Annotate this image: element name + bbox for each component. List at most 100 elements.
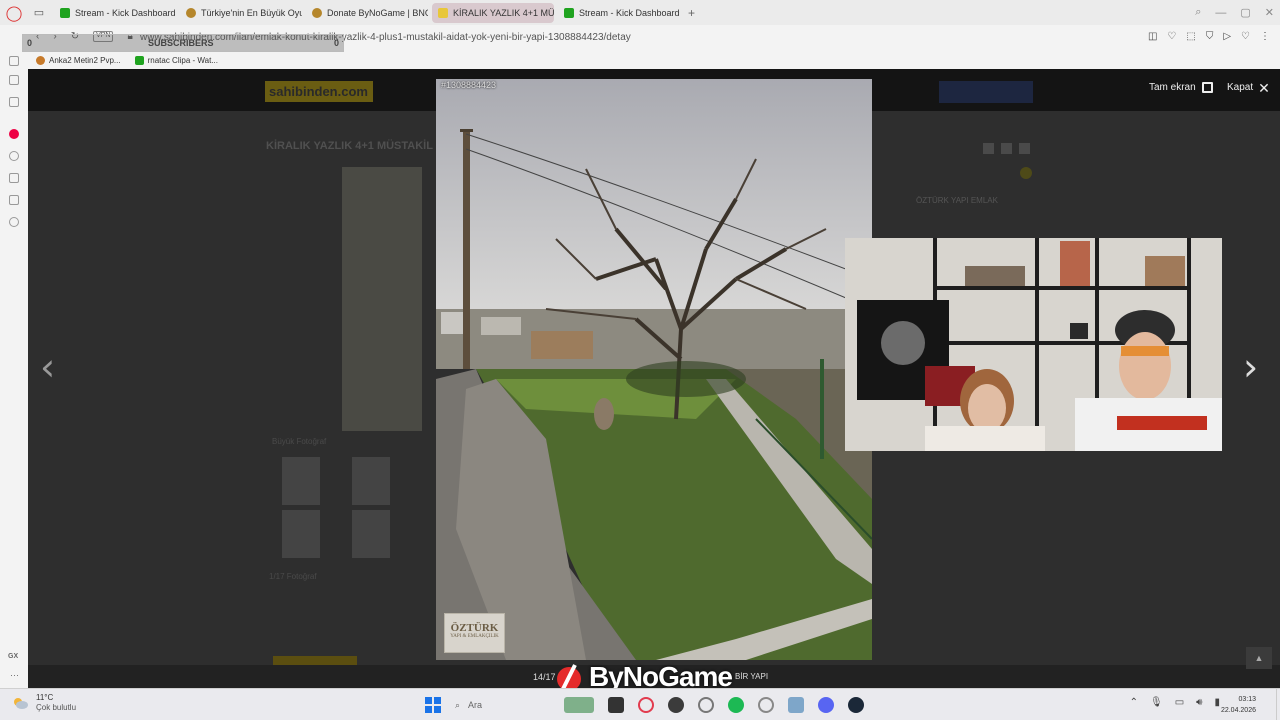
sidebar-settings-icon[interactable] [9, 217, 19, 227]
game-promo-icon[interactable] [564, 697, 594, 713]
sidebar-extensions-icon[interactable] [9, 195, 19, 205]
minimize-button[interactable]: — [1215, 7, 1226, 19]
tab-stream-kick-1[interactable]: Stream - Kick Dashboard [54, 3, 176, 23]
tab-label: Stream - Kick Dashboard [579, 7, 680, 18]
menu-icon[interactable]: ⋮ [1260, 31, 1270, 42]
tab-turkiye[interactable]: Türkiye'nin En Büyük Oyu [180, 3, 302, 23]
site-logo: sahibinden.com [265, 81, 373, 102]
browser-sidebar: GX ··· [0, 56, 28, 688]
play-icon[interactable]: ▷ [1223, 31, 1231, 42]
sahibinden-icon [438, 7, 448, 18]
fullscreen-button[interactable]: Tam ekran [1149, 82, 1213, 93]
x-icon [1001, 143, 1012, 154]
spotify-icon[interactable] [728, 697, 744, 713]
weather-widget[interactable]: 11°C Çok bulutlu [12, 693, 76, 712]
settings-icon[interactable] [698, 697, 714, 713]
thumbnail [352, 457, 390, 505]
tab-donate-bynogame[interactable]: Donate ByNoGame | BNG [306, 3, 428, 23]
thumbnail [352, 510, 390, 558]
store-badge-icon [1020, 167, 1032, 179]
scroll-to-top-button[interactable]: ▲ [1246, 647, 1272, 669]
lightbox-photo [436, 79, 872, 660]
store-name: ÖZTÜRK YAPI EMLAK [916, 196, 998, 205]
coin-icon [186, 7, 196, 18]
tab-label: Türkiye'nin En Büyük Oyu [201, 7, 302, 18]
snapshot-icon[interactable]: ⬚ [1186, 31, 1195, 42]
bookmark-label: rnatac Clipa - Wat... [147, 56, 218, 65]
thumbnail [282, 457, 320, 505]
volume-icon[interactable]: 🔊︎ [1196, 697, 1202, 708]
thumbnail [282, 510, 320, 558]
webcam-overlay [845, 238, 1222, 451]
sidebar-flow-icon[interactable] [9, 75, 19, 85]
sidebar-gx-label: GX [8, 653, 19, 660]
photo-count: 1/17 Fotoğraf [269, 572, 317, 581]
sidebar-more-icon[interactable]: ··· [10, 670, 19, 680]
bookmark-anka2[interactable]: Anka2 Metin2 Pvp... [36, 56, 121, 65]
wallet-icon[interactable]: ♡ [1241, 31, 1250, 42]
listing-main-image [342, 167, 422, 431]
screen: ◯ ▭ Stream - Kick Dashboard Türkiye'nin … [0, 0, 1280, 720]
display-icon[interactable]: ▭ [1175, 697, 1184, 708]
tab-label: Donate ByNoGame | BNG [327, 7, 428, 18]
steam-icon[interactable] [848, 697, 864, 713]
close-label: Kapat [1227, 82, 1254, 93]
sidebar-aria-icon[interactable] [9, 56, 19, 66]
opera-logo-icon[interactable]: ◯ [0, 0, 28, 25]
shield-icon[interactable]: ⛉ [1206, 31, 1214, 42]
bookmark-label: Anka2 Metin2 Pvp... [49, 56, 121, 65]
close-lightbox-button[interactable]: Kapat ✕ [1227, 79, 1270, 96]
sidebar-history-icon[interactable] [9, 151, 19, 161]
search-tabs-icon[interactable]: ⌕ [1195, 6, 1201, 19]
taskbar-search[interactable]: ⌕ Ara [455, 700, 550, 711]
clock[interactable]: 03:13 22.04.2026 [1221, 694, 1256, 716]
tab-stream-kick-2[interactable]: Stream - Kick Dashboard [558, 3, 680, 23]
show-desktop-button[interactable] [1276, 689, 1280, 720]
new-tab-button[interactable]: + [688, 6, 695, 20]
close-window-button[interactable]: ✕ [1265, 6, 1274, 19]
sidebar-downloads-icon[interactable] [9, 173, 19, 183]
microphone-icon[interactable]: 🎙︎ [1150, 697, 1163, 708]
kick-icon [134, 56, 144, 65]
listing-title: KİRALIK YAZLIK 4+1 MÜSTAKİL [266, 140, 433, 152]
close-icon: ✕ [1258, 79, 1270, 96]
app-gear-icon[interactable] [758, 697, 774, 713]
agency-watermark-logo: ÖZTÜRK YAPI & EMLAKÇILIK [444, 613, 505, 653]
photo-caption-text: BİR YAPI [735, 672, 769, 681]
workspaces-icon[interactable]: ▭ [28, 0, 50, 25]
subscribers-label: SUBSCRIBERS [148, 38, 214, 48]
discord-icon[interactable] [818, 697, 834, 713]
search-placeholder: Ara [468, 700, 483, 710]
next-photo-arrow-icon[interactable]: › [1243, 348, 1258, 386]
subscribers-overlay: 0 SUBSCRIBERS 0 [22, 34, 344, 52]
tab-kiralik-yazlik[interactable]: KİRALIK YAZLIK 4+1 MÜS [432, 2, 554, 23]
system-tray: ⌃ 🎙︎ ▭ 🔊︎ ▮ [1130, 697, 1220, 708]
battery-icon[interactable]: ▮ [1214, 697, 1220, 708]
windows-start-icon[interactable] [425, 697, 441, 713]
task-view-icon[interactable] [608, 697, 624, 713]
bookmark-icon[interactable]: ♡ [1167, 31, 1176, 42]
clock-time: 03:13 [1238, 696, 1256, 703]
facebook-icon [983, 143, 994, 154]
bookmark-clips[interactable]: rnatac Clipa - Wat... [134, 56, 218, 65]
obs-icon[interactable] [668, 697, 684, 713]
subscribers-left-count: 0 [27, 38, 33, 48]
opera-gx-icon[interactable] [638, 697, 654, 713]
subscribers-right-count: 0 [333, 38, 339, 48]
previous-photo-arrow-icon[interactable]: ‹ [40, 348, 55, 386]
listing-id: #1308884423 [441, 80, 497, 90]
watermark-text: ÖZTÜRK [450, 622, 499, 634]
tab-label: Stream - Kick Dashboard [75, 7, 176, 18]
anka-icon [36, 56, 45, 65]
fullscreen-label: Tam ekran [1149, 82, 1196, 93]
tray-chevron-icon[interactable]: ⌃ [1130, 697, 1138, 708]
split-view-icon[interactable]: ◫ [1148, 31, 1157, 42]
maximize-button[interactable]: ▢ [1240, 6, 1250, 19]
tab-label: KİRALIK YAZLIK 4+1 MÜS [453, 7, 554, 18]
sidebar-opera-icon[interactable] [9, 129, 19, 139]
kick-icon [564, 7, 574, 18]
network-app-icon[interactable] [788, 697, 804, 713]
bookmarks-bar: Anka2 Metin2 Pvp... rnatac Clipa - Wat..… [0, 52, 1280, 69]
fullscreen-icon [1201, 82, 1213, 93]
sidebar-twitch-icon[interactable] [9, 97, 19, 107]
